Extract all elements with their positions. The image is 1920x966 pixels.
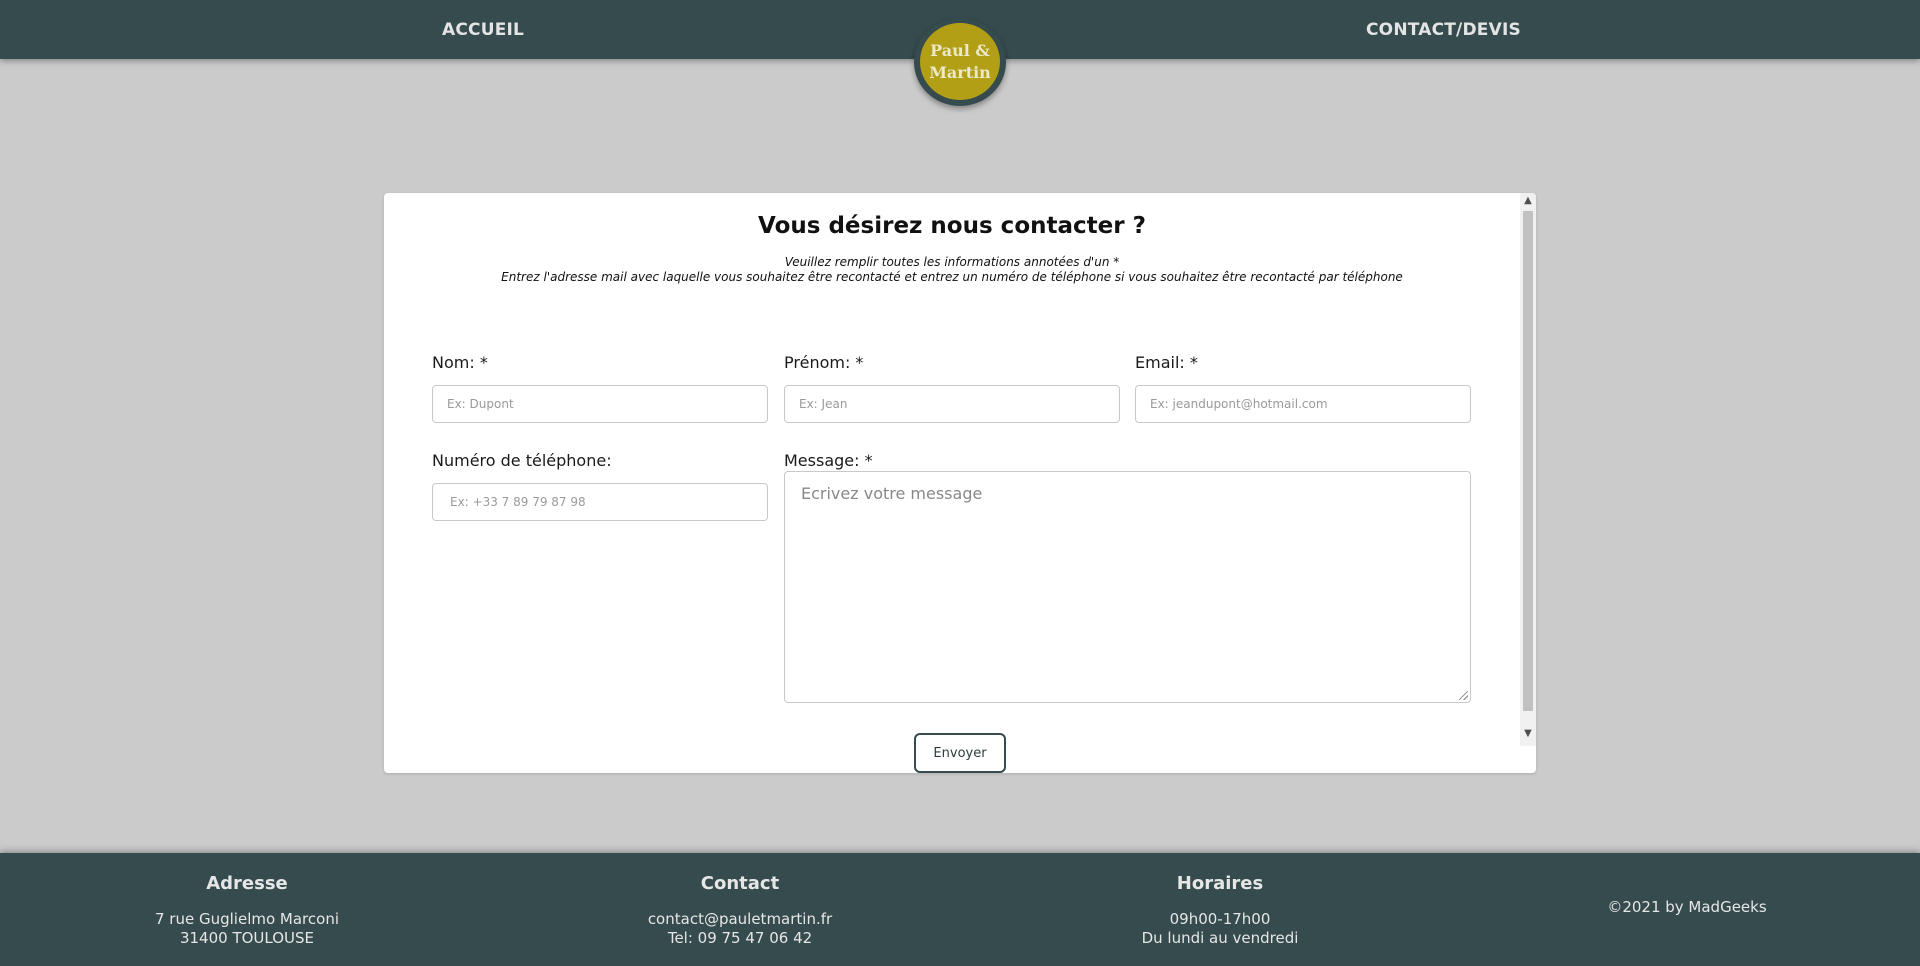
form-title: Vous désirez nous contacter ? [758,213,1146,239]
resize-grip-icon[interactable] [1459,691,1468,700]
prenom-input[interactable] [784,385,1120,423]
telephone-input[interactable] [432,483,768,521]
footer-address-city: 31400 TOULOUSE [179,929,315,947]
prenom-label: Prénom: * [784,353,864,372]
footer-hours-column: Horaires 09h00-17h00 Du lundi au vendred… [1070,873,1370,948]
logo-text-line2: Martin [929,62,991,82]
form-scrollbar-thumb[interactable] [1523,211,1533,711]
footer-address-heading: Adresse [206,873,288,894]
footer-contact-email[interactable]: contact@pauletmartin.fr [590,910,890,929]
footer-copyright: ©2021 by MadGeeks [1607,898,1767,916]
telephone-label: Numéro de téléphone: [432,451,612,470]
footer-contact-phone[interactable]: Tel: 09 75 47 06 42 [590,929,890,948]
email-input[interactable] [1135,385,1471,423]
nav-link-contact-devis[interactable]: CONTACT/DEVIS [1366,20,1521,40]
footer-contact-heading: Contact [700,873,780,894]
message-textarea[interactable] [784,471,1471,703]
footer-address-street: 7 rue Guglielmo Marconi [155,910,339,928]
footer-contact-column: Contact contact@pauletmartin.fr Tel: 09 … [590,873,890,948]
footer-hours-time: 09h00-17h00 [1169,910,1271,928]
logo-text-line1: Paul & [930,40,990,60]
send-button[interactable]: Envoyer [914,733,1006,773]
form-instructions-required: Veuillez remplir toutes les informations… [784,255,1120,269]
footer-hours-heading: Horaires [1176,873,1264,894]
footer-hours-days: Du lundi au vendredi [1141,929,1299,947]
logo-badge: Paul & Martin [920,23,1000,100]
form-instructions-contact: Entrez l'adresse mail avec laquelle vous… [501,270,1403,284]
email-label: Email: * [1135,353,1198,372]
nom-label: Nom: * [432,353,488,372]
footer-address-column: Adresse 7 rue Guglielmo Marconi 31400 TO… [97,873,397,948]
chevron-down-icon[interactable]: ▼ [1520,726,1536,742]
site-footer: Adresse 7 rue Guglielmo Marconi 31400 TO… [0,853,1920,966]
nom-input[interactable] [432,385,768,423]
nav-link-accueil[interactable]: ACCUEIL [442,20,524,40]
chevron-up-icon[interactable]: ▲ [1520,193,1536,209]
brand-logo[interactable]: Paul & Martin [914,18,1006,106]
message-label: Message: * [784,451,873,470]
contact-form-card: Vous désirez nous contacter ? Veuillez r… [384,193,1536,773]
